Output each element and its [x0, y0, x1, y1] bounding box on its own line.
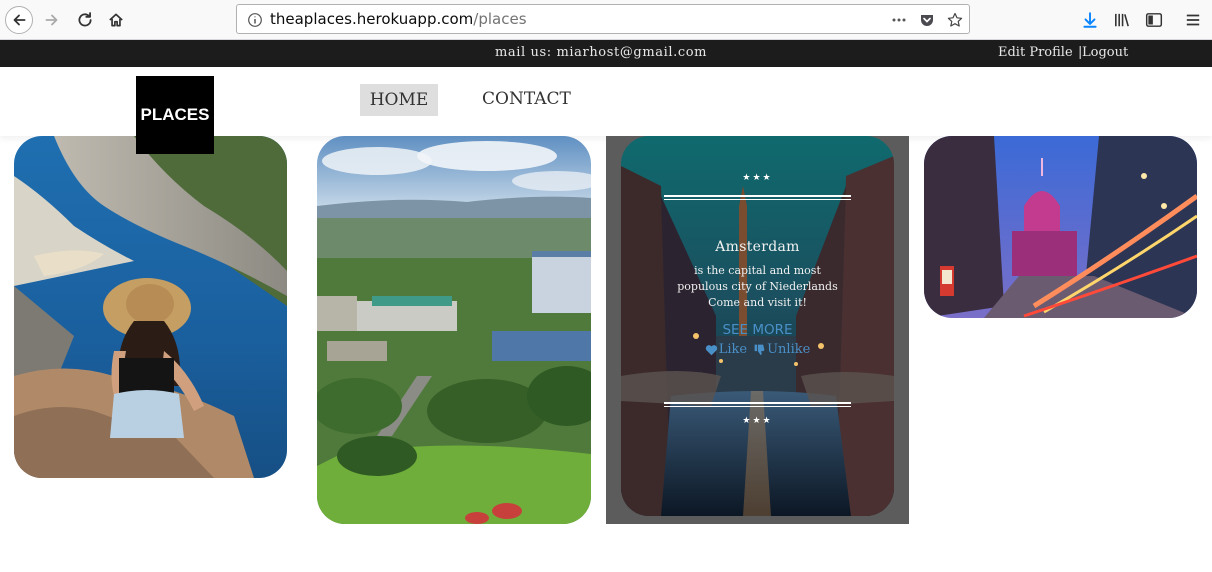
- back-icon[interactable]: [5, 6, 33, 34]
- card-desc-line-2: populous city of Niederlands: [677, 280, 838, 293]
- heart-icon: [705, 344, 717, 355]
- url-bar[interactable]: theaplaces.herokuapp.com/places: [236, 4, 970, 34]
- star-icon[interactable]: [945, 10, 965, 30]
- url-text[interactable]: theaplaces.herokuapp.com/places: [270, 10, 527, 28]
- card-description: is the capital and most populous city of…: [621, 263, 894, 311]
- place-card-beach[interactable]: [14, 136, 287, 478]
- url-host: theaplaces.herokuapp.com: [270, 10, 474, 28]
- pocket-icon[interactable]: [917, 10, 937, 30]
- city-photo: [317, 136, 591, 524]
- reload-icon[interactable]: [71, 6, 99, 34]
- nav-contact[interactable]: CONTACT: [482, 89, 571, 109]
- card-desc-line-3: Come and visit it!: [708, 296, 807, 309]
- place-card-city[interactable]: [317, 136, 591, 524]
- thumbs-down-icon: [754, 344, 765, 356]
- beach-photo: [14, 136, 287, 478]
- divider-bottom: [664, 402, 851, 407]
- rating-stars-top: ★★★: [742, 173, 773, 183]
- divider-top: [664, 195, 851, 200]
- site-topbar: mail us: miarhost@gmail.com Edit Profile…: [0, 40, 1212, 67]
- library-icon[interactable]: [1108, 6, 1136, 34]
- forward-icon[interactable]: [38, 6, 66, 34]
- unlike-label: Unlike: [767, 342, 811, 357]
- site-header: PLACES HOME CONTACT: [0, 67, 1212, 154]
- logout-link[interactable]: Logout: [1082, 45, 1128, 60]
- sidebar-icon[interactable]: [1140, 6, 1168, 34]
- unlike-button[interactable]: Unlike: [753, 342, 810, 357]
- url-path: /places: [473, 10, 527, 28]
- download-icon[interactable]: [1076, 6, 1104, 34]
- amsterdam-overlay: ★★★ Amsterdam is the capital and most po…: [621, 136, 894, 516]
- contact-email: mail us: miarhost@gmail.com: [495, 45, 708, 60]
- edit-profile-link[interactable]: Edit Profile: [998, 45, 1073, 60]
- more-icon[interactable]: [889, 10, 909, 30]
- like-label: Like: [718, 342, 748, 357]
- place-card-night-street[interactable]: [924, 136, 1197, 318]
- card-title: Amsterdam: [715, 239, 800, 255]
- site-logo[interactable]: PLACES: [136, 76, 214, 154]
- night-street-photo: [924, 136, 1197, 318]
- rating-stars-bottom: ★★★: [742, 416, 773, 426]
- browser-toolbar: theaplaces.herokuapp.com/places: [0, 0, 1212, 40]
- see-more-link[interactable]: SEE MORE: [621, 322, 894, 338]
- nav-home[interactable]: HOME: [360, 84, 438, 116]
- menu-icon[interactable]: [1179, 6, 1207, 34]
- like-button[interactable]: Like: [705, 342, 747, 357]
- like-controls: Like Unlike: [621, 342, 894, 357]
- card-desc-line-1: is the capital and most: [694, 264, 821, 277]
- home-icon[interactable]: [102, 6, 130, 34]
- info-icon[interactable]: [245, 10, 265, 30]
